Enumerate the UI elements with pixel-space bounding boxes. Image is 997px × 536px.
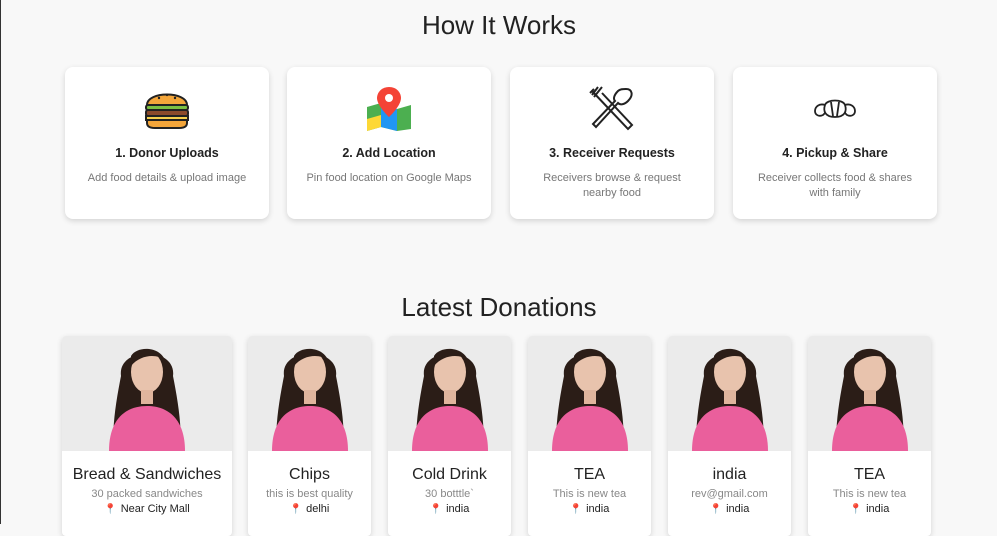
donation-location: 📍 india (388, 503, 511, 515)
donation-card[interactable]: Chips this is best quality 📍 delhi (248, 336, 371, 536)
donation-description: This is new tea (552, 488, 627, 500)
location-text: india (866, 503, 890, 515)
donation-description: 30 packed sandwiches (91, 488, 203, 500)
step-description: Pin food location on Google Maps (306, 172, 472, 184)
fork-spoon-icon (510, 85, 714, 131)
donation-location: 📍 india (808, 503, 931, 515)
step-card-add-location: 2. Add Location Pin food location on Goo… (287, 67, 491, 219)
donation-location: 📍 india (528, 503, 651, 515)
location-pin-icon: 📍 (104, 504, 117, 515)
location-pin-icon: 📍 (569, 504, 583, 515)
step-card-donor-uploads: 1. Donor Uploads Add food details & uplo… (65, 67, 269, 219)
donation-name: india (712, 466, 747, 483)
croissant-icon (733, 85, 937, 131)
step-title: 2. Add Location (342, 146, 436, 160)
location-text: Near City Mall (120, 503, 190, 515)
donation-location: 📍 india (668, 503, 791, 515)
step-title: 1. Donor Uploads (115, 146, 219, 160)
step-card-receiver-requests: 3. Receiver Requests Receivers browse & … (510, 67, 714, 219)
how-it-works-steps: 1. Donor Uploads Add food details & uplo… (65, 67, 937, 219)
location-text: india (446, 503, 470, 515)
donation-name: TEA (853, 466, 886, 483)
step-card-pickup-share: 4. Pickup & Share Receiver collects food… (733, 67, 937, 219)
donation-location: 📍 delhi (248, 503, 371, 515)
location-text: india (586, 503, 610, 515)
step-description: Add food details & upload image (87, 172, 247, 184)
location-text: delhi (306, 503, 330, 515)
location-pin-icon: 📍 (849, 504, 863, 515)
donation-card[interactable]: TEA This is new tea 📍 india (528, 336, 651, 536)
donation-photo (62, 336, 232, 451)
donation-description: 30 botttle` (425, 488, 474, 500)
step-title: 3. Receiver Requests (549, 146, 675, 160)
location-text: india (726, 503, 750, 515)
donation-photo (248, 336, 371, 451)
donation-card[interactable]: india rev@gmail.com 📍 india (668, 336, 791, 536)
donation-card[interactable]: Bread & Sandwiches 30 packed sandwiches … (62, 336, 232, 536)
location-pin-icon: 📍 (289, 504, 303, 515)
donation-name: Bread & Sandwiches (72, 466, 222, 483)
burger-icon (65, 85, 269, 131)
step-description: Receiver collects food & shares with fam… (757, 172, 913, 199)
donation-card[interactable]: TEA This is new tea 📍 india (808, 336, 931, 536)
donation-description: rev@gmail.com (691, 488, 768, 500)
donation-name: TEA (573, 466, 606, 483)
location-pin-icon: 📍 (429, 504, 443, 515)
donation-name: Chips (289, 466, 330, 483)
donation-cards: Bread & Sandwiches 30 packed sandwiches … (62, 336, 932, 536)
step-description: Receivers browse & request nearby food (543, 172, 681, 199)
donation-location: 📍 Near City Mall (62, 503, 232, 515)
latest-donations-title: Latest Donations (401, 292, 597, 322)
location-pin-icon: 📍 (709, 504, 723, 515)
donation-name: Cold Drink (412, 466, 487, 483)
how-it-works-title: How It Works (421, 10, 577, 40)
donation-card[interactable]: Cold Drink 30 botttle` 📍 india (388, 336, 511, 536)
step-title: 4. Pickup & Share (782, 146, 888, 160)
donation-photo (668, 336, 791, 451)
donation-photo (388, 336, 511, 451)
map-pin-icon (287, 85, 491, 131)
donation-photo (808, 336, 931, 451)
donation-description: This is new tea (832, 488, 907, 500)
donation-description: this is best quality (266, 488, 353, 500)
donation-photo (528, 336, 651, 451)
